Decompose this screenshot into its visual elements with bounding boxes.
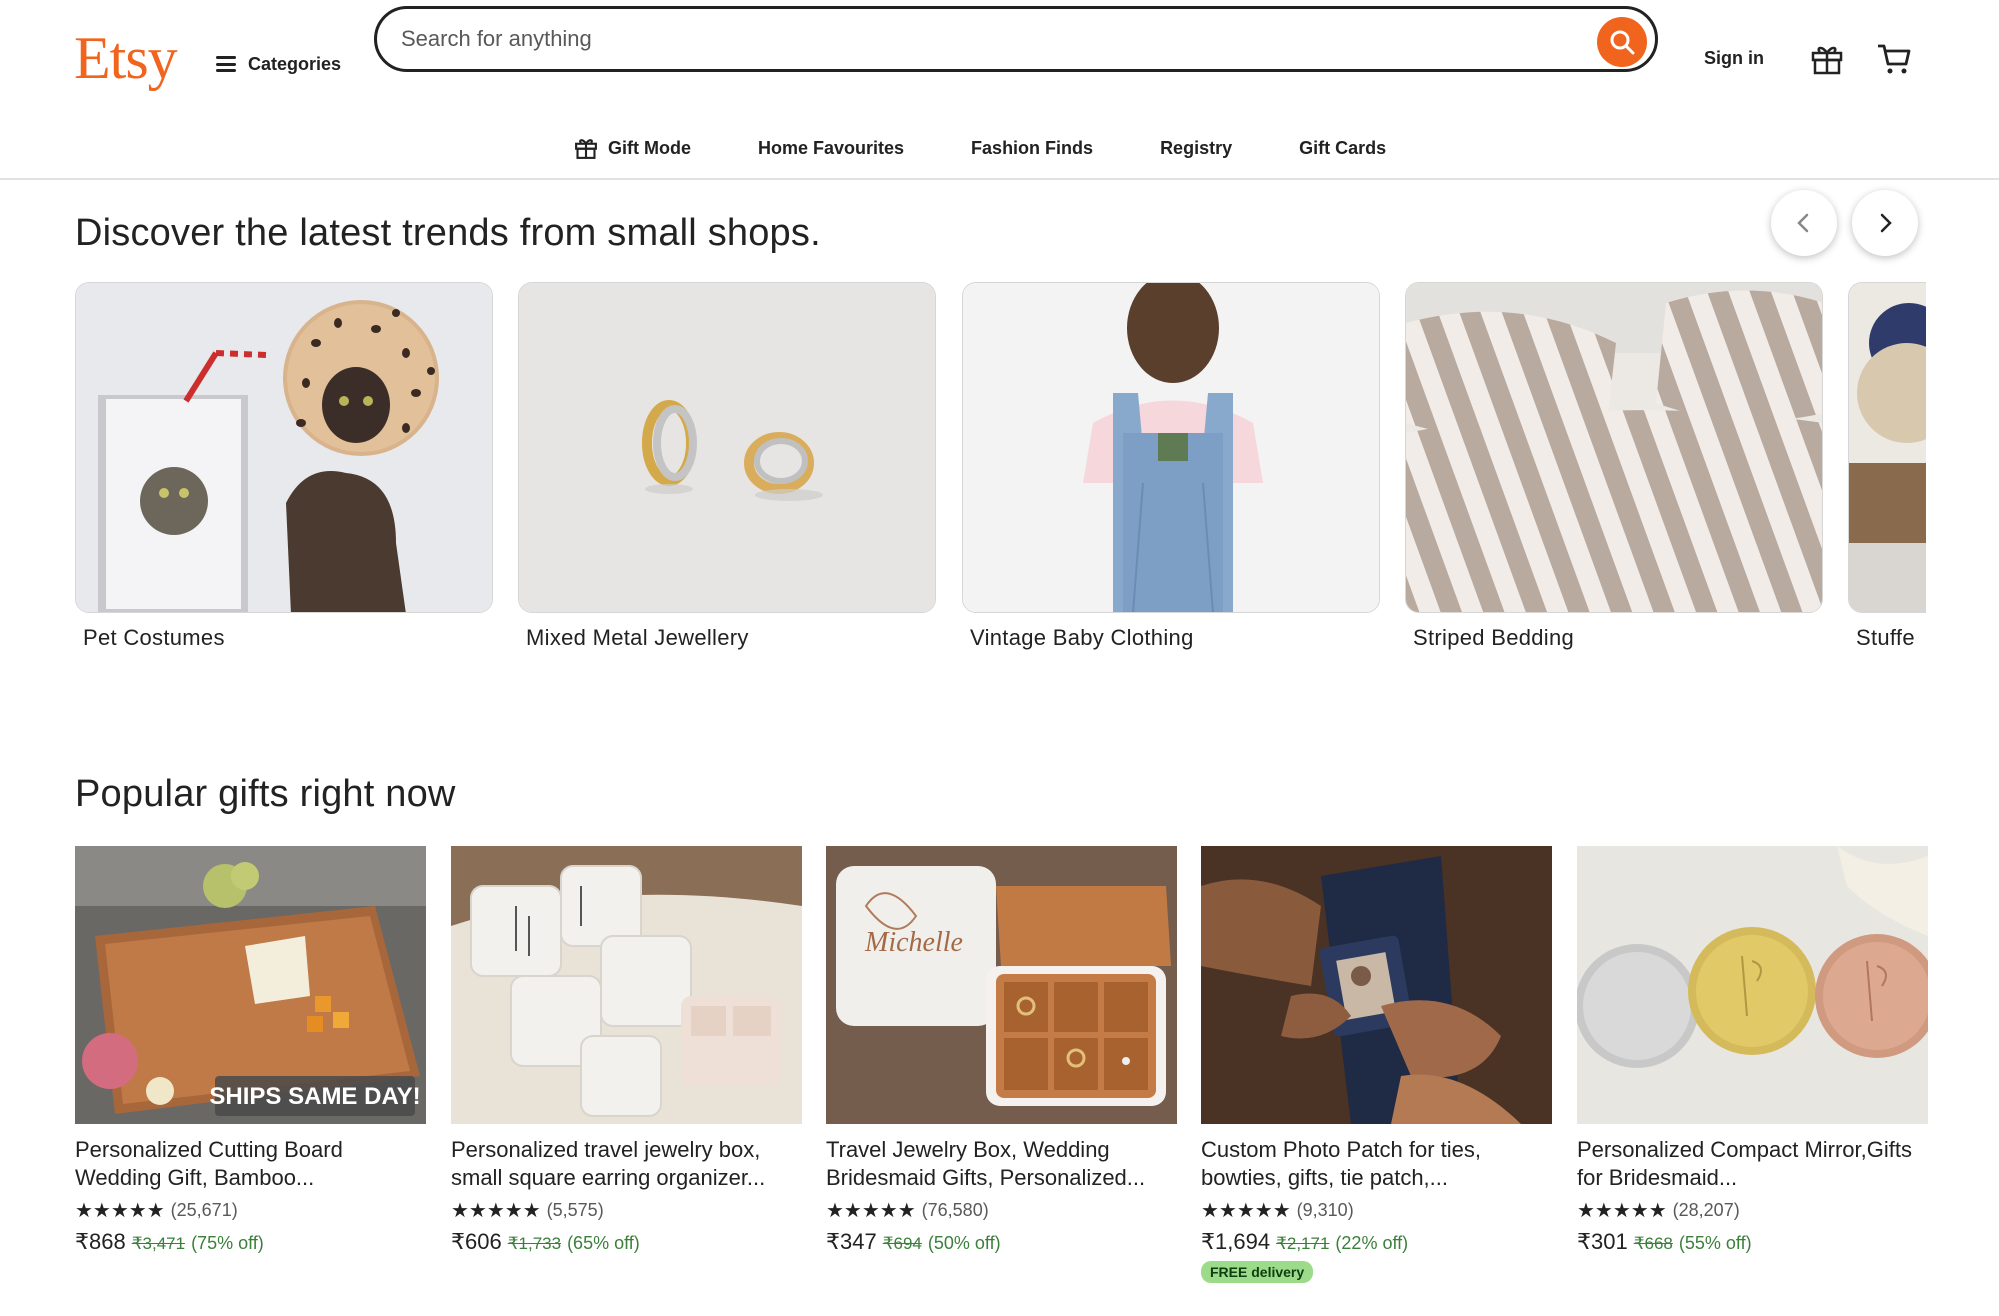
review-count: (9,310) (1296, 1200, 1354, 1220)
trend-card-striped-bedding[interactable]: Striped Bedding (1405, 282, 1823, 651)
discount-percent: (55% off) (1678, 1233, 1752, 1253)
subnav-registry[interactable]: Registry (1160, 138, 1232, 159)
product-price: ₹868 ₹3,471 (75% off) (75, 1229, 426, 1255)
product-image: SHIPS SAME DAY! (75, 846, 426, 1124)
hamburger-icon (216, 56, 236, 72)
star-rating-icon: ★★★★★ (451, 1200, 541, 1222)
product-image: Michelle (826, 846, 1177, 1124)
review-count: (25,671) (170, 1200, 238, 1220)
product-card[interactable]: Custom Photo Patch for ties, bowties, gi… (1201, 846, 1552, 1283)
chevron-right-icon (1880, 213, 1892, 233)
trend-card-vintage-baby-clothing[interactable]: Vintage Baby Clothing (962, 282, 1380, 651)
star-rating-icon: ★★★★★ (75, 1200, 165, 1222)
product-title: Custom Photo Patch for ties, bowties, gi… (1201, 1137, 1482, 1190)
free-delivery-badge: FREE delivery (1201, 1261, 1314, 1283)
site-header: Etsy Categories Sign in (0, 0, 1999, 180)
product-rating: ★★★★★ (9,310) (1201, 1198, 1552, 1223)
cart-icon[interactable] (1876, 42, 1912, 76)
search-bar (374, 6, 1658, 72)
original-price: ₹694 (882, 1234, 922, 1253)
gift-icon[interactable] (1810, 42, 1844, 76)
product-title: Travel Jewelry Box, Wedding Bridesmaid G… (826, 1137, 1146, 1190)
carousel-next-button[interactable] (1852, 190, 1918, 256)
categories-label: Categories (248, 53, 342, 74)
sign-in-link[interactable]: Sign in (1704, 48, 1764, 69)
trend-card-stuffed: Stuffe (1848, 282, 1926, 651)
ships-same-day-text: SHIPS SAME DAY! (209, 1083, 420, 1110)
search-button[interactable] (1597, 17, 1647, 67)
popular-heading: Popular gifts right now (75, 773, 456, 815)
current-price: ₹301 (1577, 1229, 1628, 1254)
categories-button[interactable]: Categories (216, 44, 341, 84)
current-price: ₹347 (826, 1229, 877, 1254)
original-price: ₹2,171 (1276, 1234, 1330, 1253)
product-title: Personalized travel jewelry box, small s… (451, 1137, 766, 1190)
trend-image (962, 282, 1380, 613)
product-image (451, 846, 802, 1124)
original-price: ₹668 (1633, 1234, 1673, 1253)
trend-label: Vintage Baby Clothing (970, 625, 1194, 650)
subnav-label: Gift Mode (608, 137, 691, 158)
product-image (1201, 846, 1552, 1124)
search-icon (1610, 30, 1635, 55)
review-count: (28,207) (1672, 1200, 1740, 1220)
search-input[interactable] (401, 21, 1551, 57)
product-card[interactable]: Personalized travel jewelry box, small s… (451, 846, 802, 1255)
trend-image (518, 282, 936, 613)
etsy-logo[interactable]: Etsy (74, 24, 178, 93)
current-price: ₹1,694 (1201, 1229, 1271, 1254)
original-price: ₹3,471 (131, 1234, 186, 1253)
subnav-gift-mode[interactable]: Gift Mode (574, 136, 691, 160)
original-price: ₹1,733 (507, 1234, 562, 1253)
product-price: ₹1,694 ₹2,171 (22% off) (1201, 1229, 1552, 1255)
subnav-fashion-finds[interactable]: Fashion Finds (971, 138, 1093, 159)
product-price: ₹606 ₹1,733 (65% off) (451, 1229, 802, 1255)
trends-heading: Discover the latest trends from small sh… (75, 212, 821, 254)
star-rating-icon: ★★★★★ (1577, 1200, 1667, 1222)
product-rating: ★★★★★ (76,580) (826, 1198, 1177, 1223)
trend-label: Striped Bedding (1413, 625, 1575, 650)
trend-image (1848, 282, 1926, 613)
trend-label: Stuffe (1856, 625, 1915, 650)
trend-image (75, 282, 493, 613)
star-rating-icon: ★★★★★ (826, 1200, 916, 1222)
product-card[interactable]: Michelle Travel Jewelry Box, Wedding Bri… (826, 846, 1177, 1255)
product-title: Personalized Cutting Board Wedding Gift,… (75, 1137, 343, 1190)
gift-icon (575, 139, 597, 159)
review-count: (76,580) (921, 1200, 989, 1220)
star-rating-icon: ★★★★★ (1201, 1200, 1291, 1222)
product-price: ₹301 ₹668 (55% off) (1577, 1229, 1928, 1255)
discount-percent: (22% off) (1335, 1233, 1409, 1253)
product-card[interactable]: Personalized Compact Mirror,Gifts for Br… (1577, 846, 1928, 1255)
carousel-prev-button[interactable] (1771, 190, 1837, 256)
discount-percent: (50% off) (927, 1233, 1001, 1253)
current-price: ₹868 (75, 1229, 126, 1254)
chevron-left-icon (1797, 213, 1809, 233)
trend-image (1405, 282, 1823, 613)
monogram-text: Michelle (864, 927, 963, 958)
sub-navigation: Gift Mode Home Favourites Fashion Finds … (0, 128, 1999, 168)
trend-label: Mixed Metal Jewellery (526, 625, 749, 650)
product-title: Personalized Compact Mirror,Gifts for Br… (1577, 1137, 1912, 1190)
trend-card-stuffed-clipped[interactable]: Stuffe (1848, 282, 1926, 662)
review-count: (5,575) (546, 1200, 604, 1220)
subnav-gift-cards[interactable]: Gift Cards (1299, 138, 1386, 159)
product-image (1577, 846, 1928, 1124)
trend-card-pet-costumes[interactable]: Pet Costumes (75, 282, 493, 651)
trend-card-mixed-metal-jewellery[interactable]: Mixed Metal Jewellery (518, 282, 936, 651)
trend-label: Pet Costumes (83, 625, 225, 650)
current-price: ₹606 (451, 1229, 502, 1254)
product-rating: ★★★★★ (5,575) (451, 1198, 802, 1223)
subnav-home-favourites[interactable]: Home Favourites (758, 138, 904, 159)
product-price: ₹347 ₹694 (50% off) (826, 1229, 1177, 1255)
product-card[interactable]: SHIPS SAME DAY! Personalized Cutting Boa… (75, 846, 426, 1255)
product-rating: ★★★★★ (28,207) (1577, 1198, 1928, 1223)
product-rating: ★★★★★ (25,671) (75, 1198, 426, 1223)
discount-percent: (75% off) (191, 1233, 264, 1253)
discount-percent: (65% off) (567, 1233, 640, 1253)
